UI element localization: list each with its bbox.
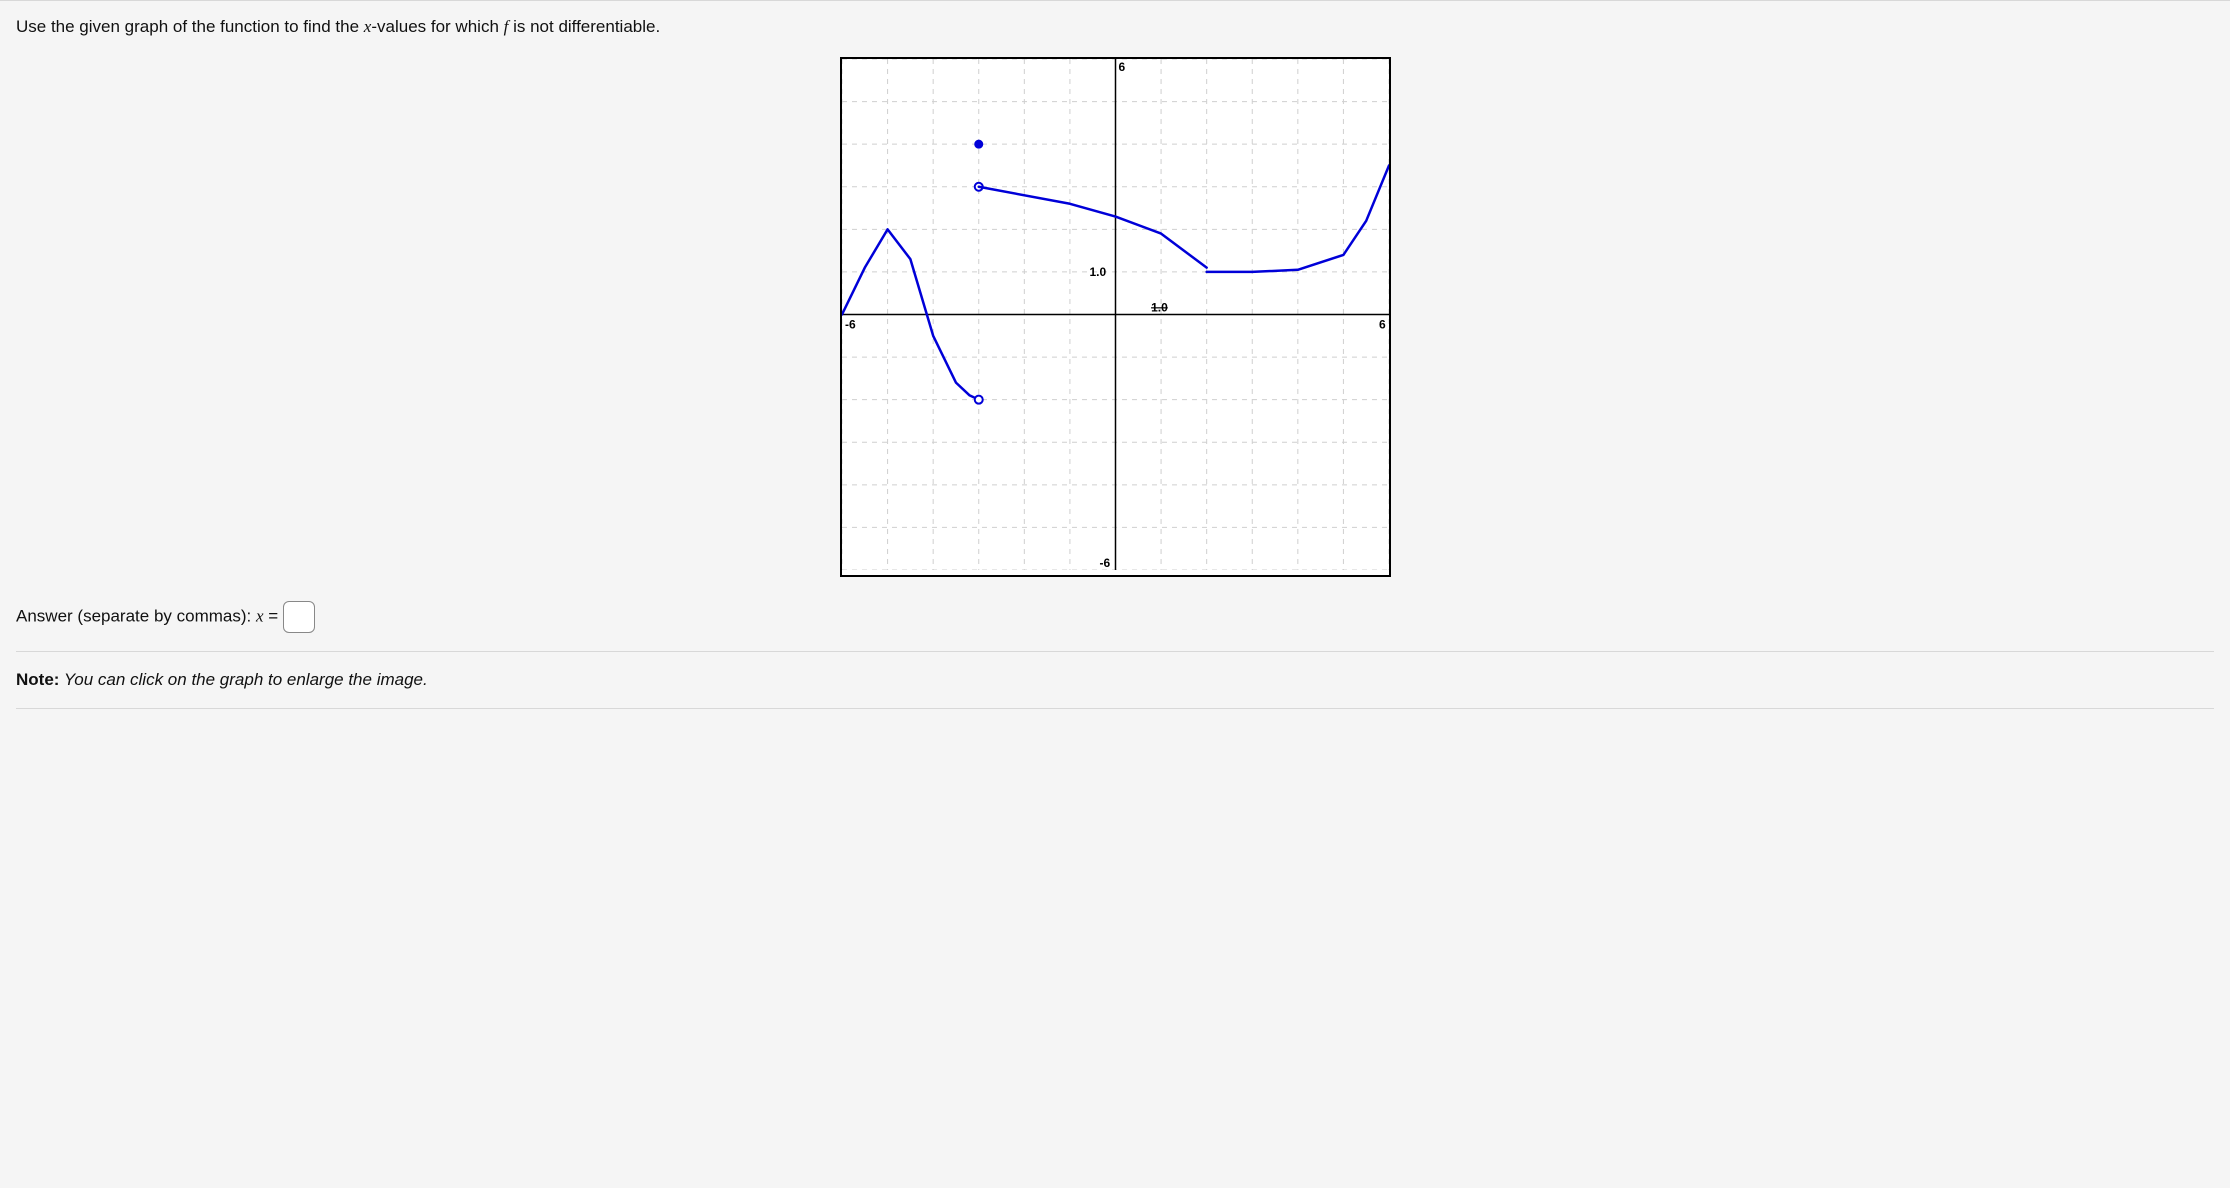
answer-input[interactable]: [283, 601, 315, 633]
note-italic: You can click on the graph to enlarge th…: [59, 670, 427, 689]
question-mid: -values for which: [371, 17, 503, 36]
answer-equals: =: [264, 606, 283, 625]
question-text: Use the given graph of the function to f…: [16, 15, 2214, 39]
note-row: Note: You can click on the graph to enla…: [16, 670, 2214, 690]
separator-2: [16, 708, 2214, 709]
answer-row: Answer (separate by commas): x =: [16, 601, 2214, 633]
note-bold: Note:: [16, 670, 59, 689]
svg-text:1.0: 1.0: [1089, 265, 1106, 279]
answer-label: Answer (separate by commas):: [16, 606, 256, 625]
graph-container: -6 6 1.0 6 -6 1.0: [16, 57, 2214, 577]
function-graph: -6 6 1.0 6 -6 1.0: [842, 59, 1389, 570]
separator-1: [16, 651, 2214, 652]
svg-text:-6: -6: [845, 317, 856, 331]
answer-var-x: x: [256, 606, 264, 625]
question-suffix: is not differentiable.: [508, 17, 660, 36]
svg-text:1.0: 1.0: [1151, 300, 1168, 314]
problem-page: Use the given graph of the function to f…: [0, 0, 2230, 747]
graph-frame[interactable]: -6 6 1.0 6 -6 1.0: [840, 57, 1391, 577]
svg-text:-6: -6: [1099, 556, 1110, 570]
svg-text:6: 6: [1118, 60, 1125, 74]
svg-text:6: 6: [1379, 317, 1386, 331]
question-prefix: Use the given graph of the function to f…: [16, 17, 364, 36]
